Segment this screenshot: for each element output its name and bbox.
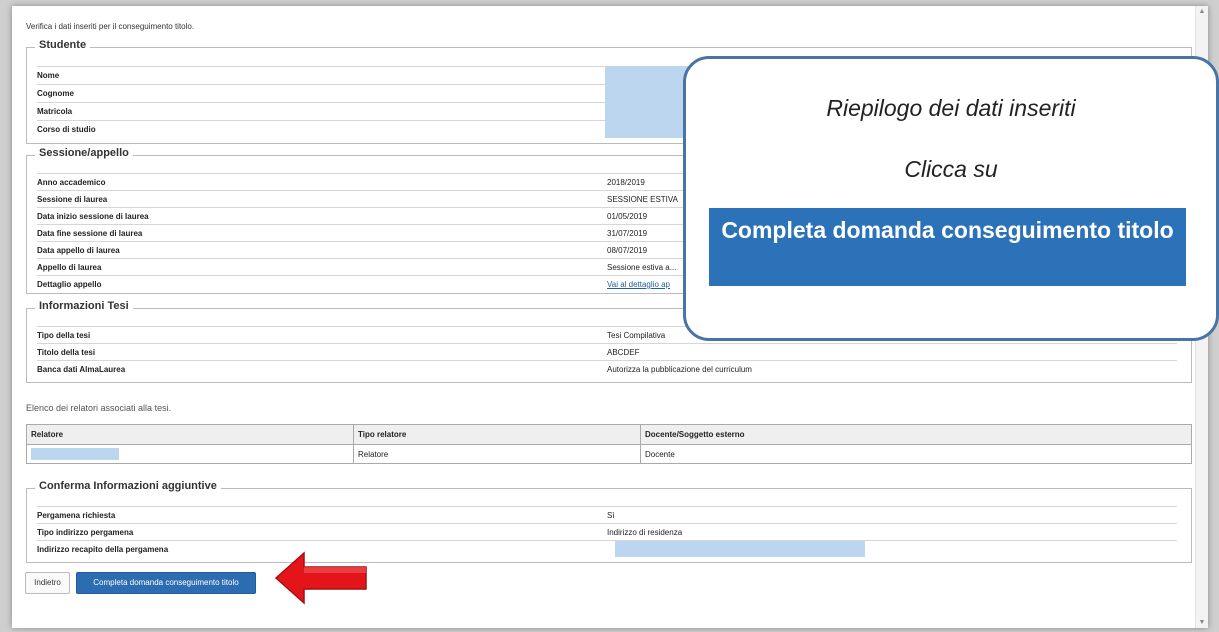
- intro-text: Verifica i dati inseriti per il consegui…: [26, 22, 195, 31]
- detail-row: Pergamena richiesta Sì: [37, 506, 1177, 524]
- section-title: Conferma Informazioni aggiuntive: [35, 480, 221, 492]
- scroll-up-icon[interactable]: ▲: [1196, 8, 1208, 15]
- detail-row: Banca dati AlmaLaurea Autorizza la pubbl…: [37, 360, 1177, 378]
- row-label: Banca dati AlmaLaurea: [37, 365, 126, 374]
- row-label: Corso di studio: [37, 125, 96, 134]
- row-label: Tipo della tesi: [37, 331, 91, 340]
- submit-button[interactable]: Completa domanda conseguimento titolo: [76, 572, 256, 594]
- back-button[interactable]: Indietro: [25, 572, 70, 594]
- row-value: 31/07/2019: [607, 229, 648, 238]
- callout-instruction: Clicca su: [904, 156, 998, 182]
- section-title: Studente: [35, 39, 91, 51]
- row-value: ABCDEF: [607, 348, 640, 357]
- redacted-relatore: [31, 448, 119, 460]
- row-label: Tipo indirizzo pergamena: [37, 528, 134, 537]
- section-conferma: Conferma Informazioni aggiuntive Pergame…: [26, 480, 1192, 563]
- row-label: Pergamena richiesta: [37, 511, 116, 520]
- row-label: Appello di laurea: [37, 263, 102, 272]
- section-title: Informazioni Tesi: [35, 300, 133, 312]
- tipo-cell: Relatore: [353, 444, 641, 464]
- section-title: Sessione/appello: [35, 147, 133, 159]
- relatori-table: Relatore Tipo relatore Docente/Soggetto …: [26, 424, 1192, 464]
- redacted-student-data: [605, 66, 695, 138]
- detail-row: Titolo della tesi ABCDEF: [37, 343, 1177, 361]
- callout-highlight: Completa domanda conseguimento titolo: [709, 208, 1186, 286]
- row-label: Data inizio sessione di laurea: [37, 212, 149, 221]
- row-value: Indirizzo di residenza: [607, 528, 683, 537]
- docente-cell: Docente: [640, 444, 1192, 464]
- instruction-callout: Riepilogo dei dati inseriti Clicca su Co…: [683, 56, 1219, 341]
- row-value: Sì: [607, 511, 615, 520]
- row-value: Autorizza la pubblicazione del curriculu…: [607, 365, 752, 374]
- row-label: Anno accademico: [37, 178, 106, 187]
- row-label: Data appello di laurea: [37, 246, 120, 255]
- column-header: Relatore: [26, 424, 354, 445]
- row-label: Nome: [37, 71, 60, 80]
- column-header: Docente/Soggetto esterno: [640, 424, 1192, 445]
- row-value: Sessione estiva a...: [607, 263, 677, 272]
- dettaglio-appello-link[interactable]: Vai al dettaglio ap: [607, 276, 670, 293]
- row-value: SESSIONE ESTIVA: [607, 195, 678, 204]
- row-label: Cognome: [37, 89, 74, 98]
- callout-title: Riepilogo dei dati inseriti: [826, 95, 1076, 121]
- scroll-down-icon[interactable]: ▼: [1196, 619, 1208, 626]
- detail-row: Indirizzo recapito della pergamena: [37, 540, 1177, 558]
- column-header: Tipo relatore: [353, 424, 641, 445]
- relatore-cell: [26, 444, 354, 464]
- row-label: Sessione di laurea: [37, 195, 108, 204]
- row-value: 08/07/2019: [607, 246, 648, 255]
- row-value: Tesi Compilativa: [607, 331, 666, 340]
- relatori-note: Elenco dei relatori associati alla tesi.: [26, 403, 172, 413]
- row-label: Data fine sessione di laurea: [37, 229, 143, 238]
- row-value: 2018/2019: [607, 178, 645, 187]
- row-label: Dettaglio appello: [37, 280, 102, 289]
- table-row: Relatore Docente: [26, 444, 1192, 464]
- red-arrow-icon: [274, 551, 367, 605]
- row-label: Titolo della tesi: [37, 348, 96, 357]
- row-label: Matricola: [37, 107, 73, 116]
- row-value: 01/05/2019: [607, 212, 648, 221]
- redacted-address: [615, 541, 865, 557]
- detail-row: Tipo indirizzo pergamena Indirizzo di re…: [37, 523, 1177, 541]
- row-label: Indirizzo recapito della pergamena: [37, 545, 169, 554]
